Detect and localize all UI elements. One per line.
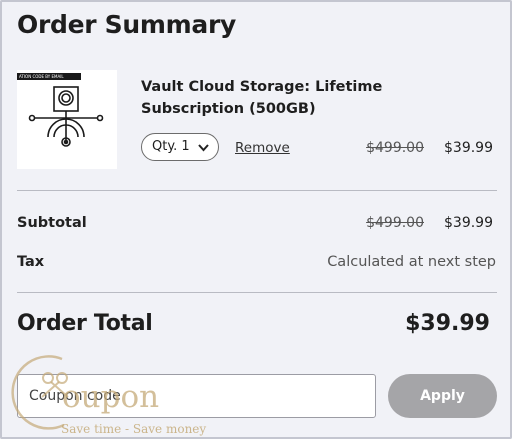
tax-label: Tax xyxy=(17,254,45,270)
order-total-label: Order Total xyxy=(17,311,153,336)
page-title: Order Summary xyxy=(17,10,236,39)
remove-link[interactable]: Remove xyxy=(235,140,290,156)
quantity-label: Qty. 1 xyxy=(152,139,190,154)
subtotal-label: Subtotal xyxy=(17,215,87,231)
tax-value: Calculated at next step xyxy=(327,254,496,270)
item-original-price: $499.00 xyxy=(366,140,424,156)
subtotal-price: $39.99 xyxy=(444,215,493,231)
apply-coupon-button[interactable]: Apply xyxy=(388,374,497,418)
chevron-down-icon xyxy=(198,144,209,152)
vault-logo-icon xyxy=(28,86,104,147)
product-image-banner: ATION CODE BY EMAIL xyxy=(17,73,81,80)
product-image: ATION CODE BY EMAIL xyxy=(17,70,117,169)
coupon-code-input[interactable] xyxy=(17,374,376,418)
divider xyxy=(17,190,497,191)
item-price: $39.99 xyxy=(444,140,493,156)
divider xyxy=(17,292,497,293)
subtotal-original-price: $499.00 xyxy=(366,215,424,231)
order-total-value: $39.99 xyxy=(405,311,490,336)
product-name: Vault Cloud Storage: Lifetime Subscripti… xyxy=(141,79,383,117)
quantity-select[interactable]: Qty. 1 xyxy=(141,133,219,161)
